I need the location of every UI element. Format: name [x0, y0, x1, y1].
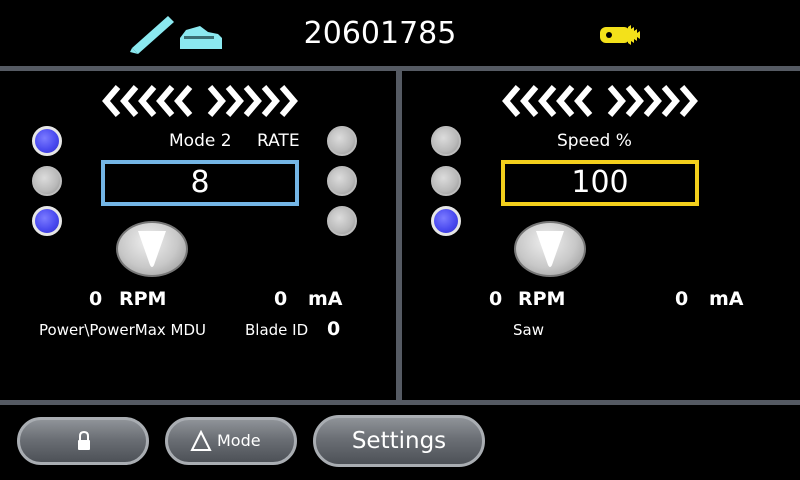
right-speed-value-box[interactable]: 100: [501, 160, 699, 206]
mode-button-label: Mode: [217, 431, 261, 450]
lock-icon: [78, 431, 90, 450]
pen-icon: [130, 16, 174, 54]
left-indicator-2[interactable]: [32, 166, 62, 196]
blade-id-value: 0: [327, 318, 341, 340]
rate-label: RATE: [257, 131, 300, 151]
right-device-name: Saw: [513, 321, 544, 339]
right-ma-unit: mA: [709, 288, 744, 310]
delta-icon: [190, 430, 212, 451]
left-direction-chevrons[interactable]: [100, 83, 300, 119]
right-handpiece-panel: Speed % 0 RPM 0 mA Saw: [402, 71, 800, 400]
down-arrow-icon: [138, 231, 166, 267]
left-device-name: Power\PowerMax MDU: [39, 321, 207, 339]
left-right-indicator-3[interactable]: [327, 206, 357, 236]
device-serial-number: 20601785: [303, 16, 457, 51]
mode-label: Mode 2: [169, 131, 232, 151]
saw-blade-icon: [600, 25, 640, 45]
header-bar: 20601785: [0, 0, 800, 66]
lock-button[interactable]: [17, 417, 149, 465]
down-arrow-icon: [536, 231, 564, 267]
left-indicator-3[interactable]: [32, 206, 62, 236]
left-direction-button[interactable]: [116, 221, 188, 277]
left-ma-unit: mA: [308, 288, 343, 310]
left-rpm-value: 0: [89, 288, 103, 310]
right-direction-button[interactable]: [514, 221, 586, 277]
left-right-indicator-2[interactable]: [327, 166, 357, 196]
right-indicator-1[interactable]: [431, 126, 461, 156]
right-rpm-value: 0: [489, 288, 503, 310]
left-right-indicator-1[interactable]: [327, 126, 357, 156]
left-rate-value-box[interactable]: 8: [101, 160, 299, 206]
right-rpm-unit: RPM: [518, 288, 566, 310]
foot-pedal-icon: [180, 26, 222, 49]
settings-button[interactable]: Settings: [313, 415, 485, 467]
right-direction-chevrons[interactable]: [500, 83, 700, 119]
settings-button-label: Settings: [351, 428, 447, 454]
right-indicator-2[interactable]: [431, 166, 461, 196]
left-handpiece-panel: Mode 2 RATE 0 RPM 0 mA Power\PowerMax MD…: [0, 71, 396, 400]
mode-button[interactable]: Mode: [165, 417, 297, 465]
left-rpm-unit: RPM: [119, 288, 167, 310]
right-indicator-3[interactable]: [431, 206, 461, 236]
footer-divider: [0, 400, 800, 405]
speed-label: Speed %: [557, 131, 632, 151]
left-ma-value: 0: [274, 288, 288, 310]
blade-id-label: Blade ID: [245, 321, 309, 339]
right-ma-value: 0: [675, 288, 689, 310]
left-indicator-1[interactable]: [32, 126, 62, 156]
